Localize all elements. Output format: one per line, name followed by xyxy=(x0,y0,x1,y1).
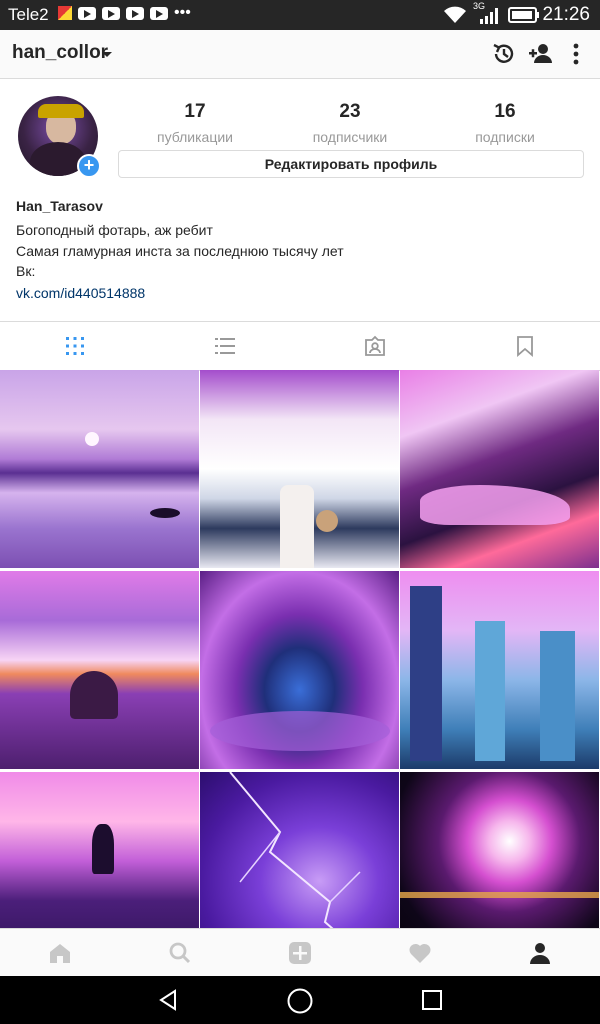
profile-tabs xyxy=(0,321,600,371)
youtube-icon xyxy=(78,6,96,20)
status-bar: Tele2 ••• 3G 21:26 xyxy=(0,0,600,30)
post-thumbnail[interactable] xyxy=(0,571,199,769)
add-person-icon[interactable] xyxy=(527,40,555,68)
clock: 21:26 xyxy=(542,4,590,25)
add-story-icon[interactable]: + xyxy=(77,154,101,178)
post-thumbnail[interactable] xyxy=(400,370,599,568)
notification-icons: ••• xyxy=(58,4,191,21)
tab-tagged[interactable] xyxy=(300,322,450,370)
nav-home[interactable] xyxy=(0,929,120,977)
youtube-icon xyxy=(150,6,168,20)
home-icon xyxy=(50,944,70,963)
recents-icon[interactable] xyxy=(421,989,443,1011)
post-thumbnail[interactable] xyxy=(0,370,199,568)
post-thumbnail[interactable] xyxy=(200,571,399,769)
app-notification-icon xyxy=(58,6,72,20)
profile-name: Han_Tarasov xyxy=(16,198,103,214)
account-switcher[interactable]: han_collor xyxy=(12,42,108,64)
system-navigation-bar xyxy=(0,976,600,1024)
posts-count[interactable]: 17 публикации xyxy=(135,101,255,145)
following-count[interactable]: 16 подписки xyxy=(445,101,565,145)
list-icon xyxy=(215,338,235,354)
signal-icon xyxy=(480,8,498,24)
tagged-icon xyxy=(365,335,385,356)
battery-icon xyxy=(508,7,539,23)
youtube-icon xyxy=(102,6,120,20)
tab-list[interactable] xyxy=(150,322,300,370)
bio-link[interactable]: vk.com/id440514888 xyxy=(16,285,145,301)
back-icon[interactable] xyxy=(156,988,180,1012)
bio-line: Самая гламурная инста за последнюю тысяч… xyxy=(16,243,344,259)
grid-icon xyxy=(66,337,84,355)
chevron-down-icon[interactable] xyxy=(102,52,112,57)
post-thumbnail[interactable] xyxy=(0,772,199,928)
post-thumbnail[interactable] xyxy=(200,772,399,928)
post-thumbnail[interactable] xyxy=(200,370,399,568)
post-thumbnail[interactable] xyxy=(400,772,599,928)
search-icon xyxy=(169,942,191,964)
photo-grid xyxy=(0,370,600,928)
wifi-icon xyxy=(444,6,466,23)
bottom-navigation xyxy=(0,928,600,977)
add-icon xyxy=(289,942,311,964)
carrier-name: Tele2 xyxy=(8,5,49,24)
nav-profile[interactable] xyxy=(480,929,600,977)
tab-saved[interactable] xyxy=(450,322,600,370)
more-options-icon[interactable] xyxy=(562,40,590,68)
tab-grid[interactable] xyxy=(0,322,150,370)
edit-profile-button[interactable]: Редактировать профиль xyxy=(118,150,584,178)
followers-count[interactable]: 23 подписчики xyxy=(290,101,410,145)
nav-activity[interactable] xyxy=(360,929,480,977)
bio-line: Богоподный фотарь, аж ребит xyxy=(16,222,213,238)
youtube-icon xyxy=(126,6,144,20)
more-notifications-icon: ••• xyxy=(174,4,191,21)
post-thumbnail[interactable] xyxy=(400,571,599,769)
bookmark-icon xyxy=(517,336,533,357)
nav-search[interactable] xyxy=(120,929,240,977)
heart-icon xyxy=(409,943,431,963)
bio-line: Вк: xyxy=(16,263,36,279)
nav-add[interactable] xyxy=(240,929,360,977)
home-button-icon[interactable] xyxy=(286,987,314,1015)
profile-icon xyxy=(530,943,550,964)
archive-history-icon[interactable] xyxy=(490,40,518,68)
profile-header: han_collor xyxy=(0,30,600,79)
